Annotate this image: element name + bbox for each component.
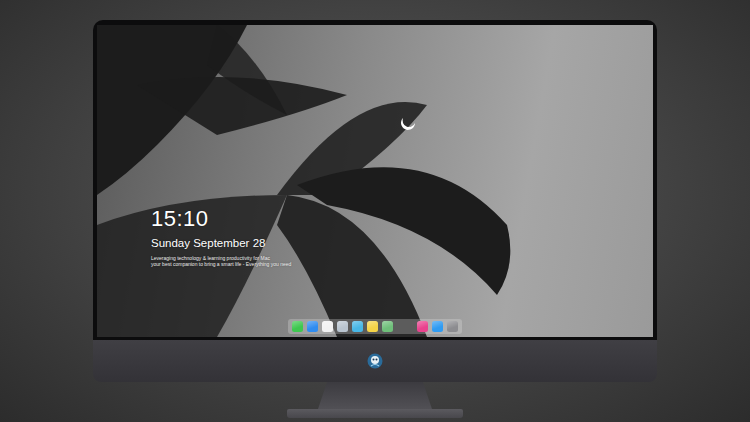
- desktop-mockup: 15:10 Sunday September 28 Leveraging techn…: [0, 0, 750, 422]
- dock: [288, 319, 462, 334]
- dock-app-icon[interactable]: [307, 321, 318, 332]
- wallpaper-photo: [97, 25, 653, 337]
- monitor-chin: [93, 340, 657, 382]
- dock-app-icon[interactable]: [417, 321, 428, 332]
- dock-app-icon[interactable]: [352, 321, 363, 332]
- caption-line: Leveraging technology & learning product…: [151, 255, 291, 261]
- dock-app-icon[interactable]: [367, 321, 378, 332]
- clock-date: Sunday September 28: [151, 236, 291, 251]
- dock-app-icon[interactable]: [337, 321, 348, 332]
- monitor-bezel: 15:10 Sunday September 28 Leveraging techn…: [93, 20, 657, 340]
- lock-clock: 15:10 Sunday September 28 Leveraging techn…: [151, 207, 291, 268]
- logo-icon: [367, 353, 383, 369]
- dock-app-icon[interactable]: [322, 321, 333, 332]
- clock-time: 15:10: [151, 207, 291, 231]
- monitor-base: [287, 409, 463, 418]
- clock-caption: Leveraging technology & learning product…: [151, 255, 291, 268]
- dock-app-icon[interactable]: [292, 321, 303, 332]
- dock-app-icon[interactable]: [432, 321, 443, 332]
- screen: 15:10 Sunday September 28 Leveraging techn…: [97, 25, 653, 337]
- dock-app-icon[interactable]: [447, 321, 458, 332]
- dock-app-icon[interactable]: [382, 321, 393, 332]
- caption-line: your best companion to bring a smart lif…: [151, 261, 291, 267]
- monitor-stand: [318, 382, 432, 409]
